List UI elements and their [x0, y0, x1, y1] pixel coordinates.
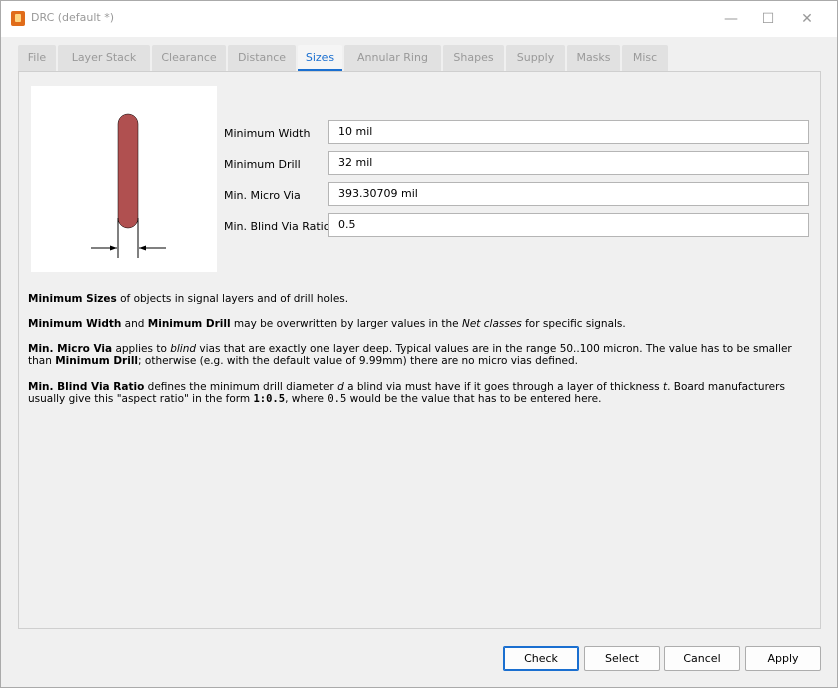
sizes-panel: Minimum Width 10 mil Minimum Drill 32 mi…: [18, 71, 821, 629]
minimize-button[interactable]: —: [713, 5, 749, 33]
min-micro-via-label: Min. Micro Via: [224, 189, 301, 202]
app-icon: [11, 11, 25, 26]
tab-distance[interactable]: Distance: [228, 45, 296, 71]
min-blind-via-ratio-input[interactable]: 0.5: [328, 213, 809, 237]
tab-misc[interactable]: Misc: [622, 45, 668, 71]
tab-annular-ring[interactable]: Annular Ring: [344, 45, 441, 71]
minimum-width-input[interactable]: 10 mil: [328, 120, 809, 144]
select-button[interactable]: Select: [584, 646, 660, 671]
help-paragraph-2: Minimum Width and Minimum Drill may be o…: [28, 318, 626, 330]
tab-file[interactable]: File: [18, 45, 56, 71]
min-blind-via-ratio-label: Min. Blind Via Ratio: [224, 220, 331, 233]
apply-button[interactable]: Apply: [745, 646, 821, 671]
tab-shapes[interactable]: Shapes: [443, 45, 504, 71]
title-bar: DRC (default *) — ☐ ✕: [1, 1, 837, 37]
min-micro-via-input[interactable]: 393.30709 mil: [328, 182, 809, 206]
tab-masks[interactable]: Masks: [567, 45, 620, 71]
tab-layer-stack[interactable]: Layer Stack: [58, 45, 150, 71]
trace-shape: [117, 113, 139, 229]
size-illustration: [31, 86, 217, 272]
check-button[interactable]: Check: [503, 646, 579, 671]
help-paragraph-4: Min. Blind Via Ratio defines the minimum…: [28, 381, 785, 405]
minimum-drill-label: Minimum Drill: [224, 158, 301, 171]
tab-sizes[interactable]: Sizes: [298, 45, 342, 71]
minimum-width-label: Minimum Width: [224, 127, 311, 140]
close-button[interactable]: ✕: [789, 5, 825, 33]
window-title: DRC (default *): [31, 11, 115, 24]
tab-clearance[interactable]: Clearance: [152, 45, 226, 71]
cancel-button[interactable]: Cancel: [664, 646, 740, 671]
drc-dialog: DRC (default *) — ☐ ✕ File Layer Stack C…: [0, 0, 838, 688]
help-paragraph-1: Minimum Sizes of objects in signal layer…: [28, 293, 349, 305]
help-paragraph-3: Min. Micro Via applies to blind vias tha…: [28, 343, 792, 367]
maximize-button[interactable]: ☐: [750, 5, 786, 33]
minimum-drill-input[interactable]: 32 mil: [328, 151, 809, 175]
tab-supply[interactable]: Supply: [506, 45, 565, 71]
